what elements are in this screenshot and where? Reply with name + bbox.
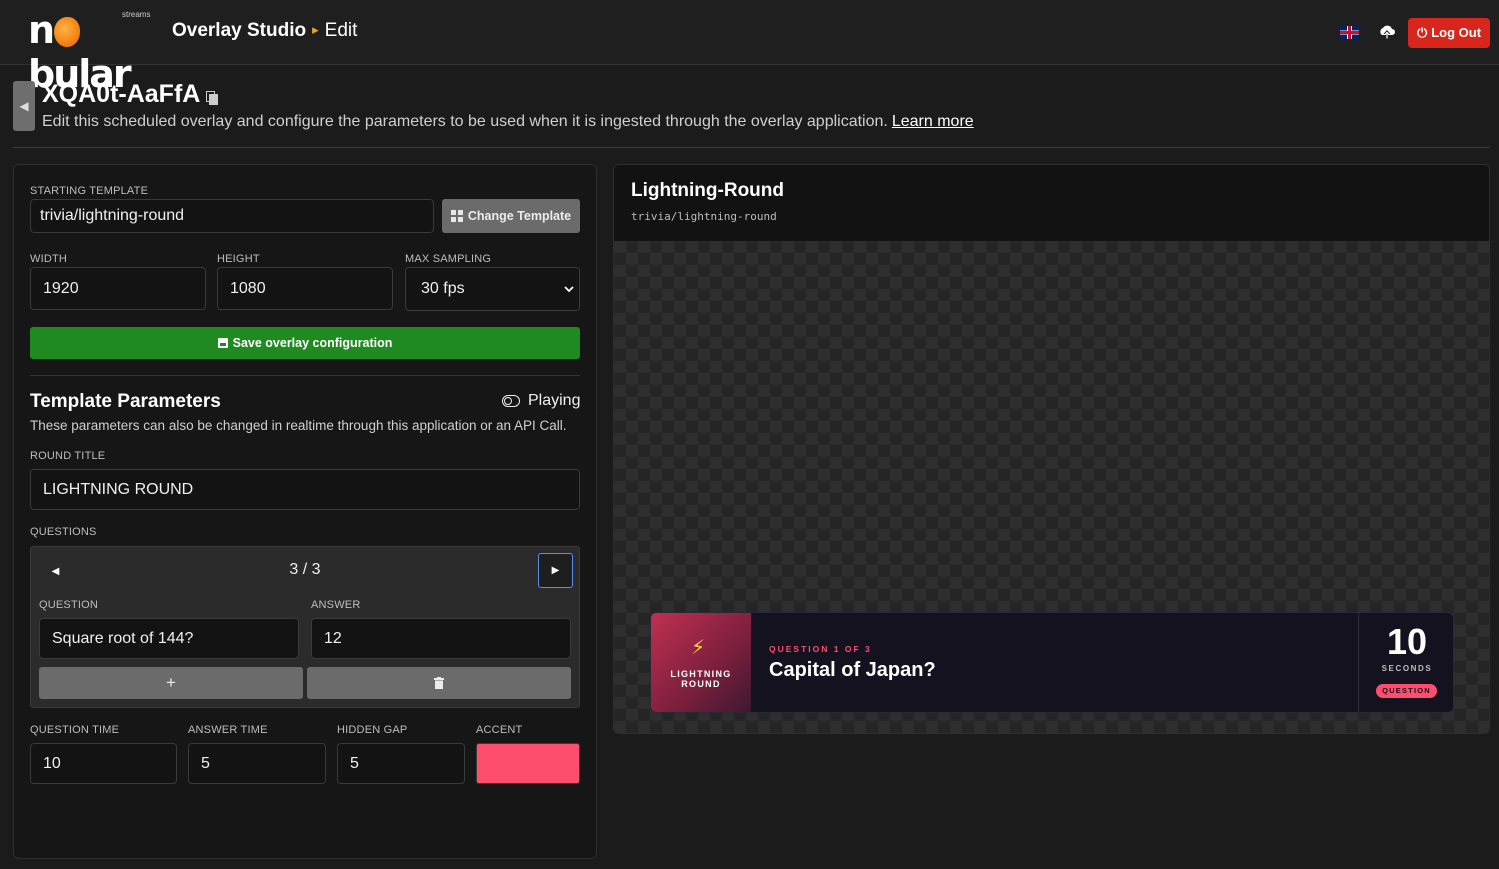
hidden-gap-input[interactable]: 5: [337, 743, 465, 784]
question-time-label: QUESTION TIME: [30, 724, 120, 736]
uk-flag-icon[interactable]: [1340, 26, 1359, 39]
breadcrumb-separator-icon: ▸: [312, 22, 319, 37]
answer-input[interactable]: 12: [311, 618, 571, 659]
preview-title: Lightning-Round: [631, 180, 784, 201]
logout-button[interactable]: ⏻ Log Out: [1408, 18, 1490, 48]
copy-icon[interactable]: [206, 91, 219, 105]
accent-label: ACCENT: [476, 724, 523, 736]
badge-line-2: ROUND: [681, 679, 721, 689]
trivia-overlay-card: ⚡ LIGHTNING ROUND QUESTION 1 OF 3 Capita…: [650, 612, 1454, 713]
change-template-label: Change Template: [467, 209, 572, 223]
nebular-logo[interactable]: nbular streams: [28, 6, 158, 96]
round-badge: ⚡ LIGHTNING ROUND: [651, 613, 751, 712]
width-label: WIDTH: [30, 253, 68, 265]
chevron-left-icon: ◀: [19, 99, 29, 113]
answer-time-label: ANSWER TIME: [188, 724, 268, 736]
upload-icon[interactable]: [1378, 24, 1396, 42]
accent-color-picker[interactable]: [476, 743, 580, 784]
template-parameters-title: Template Parameters: [30, 391, 221, 412]
page-description: Edit this scheduled overlay and configur…: [42, 113, 974, 131]
back-button[interactable]: ◀: [13, 81, 35, 131]
caret-right-icon: ▶: [551, 565, 560, 576]
preview-header: Lightning-Round trivia/lightning-round: [614, 165, 1489, 241]
answer-time-input[interactable]: 5: [188, 743, 326, 784]
question-input[interactable]: Square root of 144?: [39, 618, 299, 659]
lightning-bolt-icon: ⚡: [691, 637, 706, 659]
question-label: QUESTION: [39, 599, 99, 611]
answer-label: ANSWER: [311, 599, 361, 611]
app-title[interactable]: Overlay Studio: [172, 20, 306, 41]
max-sampling-select[interactable]: 30 fps: [405, 267, 580, 311]
questions-editor: 3 / 3 ◀ ▶ QUESTION Square root of 144? A…: [30, 546, 580, 708]
preview-template-path: trivia/lightning-round: [631, 210, 777, 223]
timer-value: 10: [1386, 621, 1428, 662]
toggle-icon: [502, 395, 520, 407]
learn-more-link[interactable]: Learn more: [892, 113, 974, 130]
breadcrumb: Overlay Studio ▸ Edit: [172, 20, 357, 42]
timer-unit: SECONDS: [1381, 664, 1433, 673]
playing-label: Playing: [528, 392, 581, 409]
section-divider: [30, 375, 580, 376]
breadcrumb-current: Edit: [324, 20, 358, 41]
overlay-id: XQA0t-AaFfA: [42, 80, 201, 108]
add-question-button[interactable]: +: [39, 667, 303, 699]
question-text: Capital of Japan?: [769, 659, 936, 681]
top-navbar: nbular streams Overlay Studio ▸ Edit ⏻ Log …: [0, 0, 1499, 96]
question-time-input[interactable]: 10: [30, 743, 177, 784]
height-input[interactable]: 1080: [217, 267, 393, 310]
round-title-label: ROUND TITLE: [30, 450, 106, 462]
width-input[interactable]: 1920: [30, 267, 206, 310]
trash-icon: [434, 677, 444, 689]
phase-badge: QUESTION: [1376, 684, 1437, 698]
page-title: XQA0t-AaFfA: [42, 80, 219, 109]
header-divider: [13, 147, 1490, 148]
delete-question-button[interactable]: [307, 667, 571, 699]
grid-icon: [450, 210, 463, 222]
config-panel: STARTING TEMPLATE trivia/lightning-round…: [13, 164, 597, 859]
round-title-input[interactable]: LIGHTNING ROUND: [30, 469, 580, 510]
hidden-gap-label: HIDDEN GAP: [337, 724, 408, 736]
caret-left-icon: ◀: [51, 566, 60, 577]
logout-label: Log Out: [1431, 25, 1482, 40]
power-icon: ⏻: [1416, 25, 1428, 40]
plus-icon: +: [166, 673, 176, 692]
save-configuration-button[interactable]: Save overlay configuration: [30, 327, 580, 359]
preview-panel: Lightning-Round trivia/lightning-round ⚡…: [613, 164, 1490, 734]
question-counter: QUESTION 1 OF 3: [769, 644, 872, 654]
save-configuration-label: Save overlay configuration: [232, 336, 393, 350]
change-template-button[interactable]: Change Template: [442, 199, 580, 233]
question-pager: 3 / 3: [289, 561, 321, 578]
height-label: HEIGHT: [217, 253, 260, 265]
logo-subtitle: streams: [122, 10, 151, 19]
max-sampling-value: 30 fps: [421, 280, 465, 297]
chevron-down-icon: [564, 286, 574, 293]
starting-template-input[interactable]: trivia/lightning-round: [30, 199, 434, 233]
floppy-disk-icon: [217, 338, 228, 348]
questions-label: QUESTIONS: [30, 526, 97, 538]
badge-line-1: LIGHTNING: [670, 669, 732, 679]
countdown-timer: 10 SECONDS QUESTION: [1358, 613, 1453, 712]
starting-template-label: STARTING TEMPLATE: [30, 185, 149, 197]
previous-question-button[interactable]: ◀: [38, 554, 73, 589]
page-description-text: Edit this scheduled overlay and configur…: [42, 113, 888, 130]
template-parameters-description: These parameters can also be changed in …: [30, 418, 567, 433]
playing-toggle[interactable]: Playing: [502, 392, 580, 410]
max-sampling-label: MAX SAMPLING: [405, 253, 492, 265]
round-badge-text: LIGHTNING ROUND: [651, 669, 751, 689]
next-question-button[interactable]: ▶: [538, 553, 573, 588]
